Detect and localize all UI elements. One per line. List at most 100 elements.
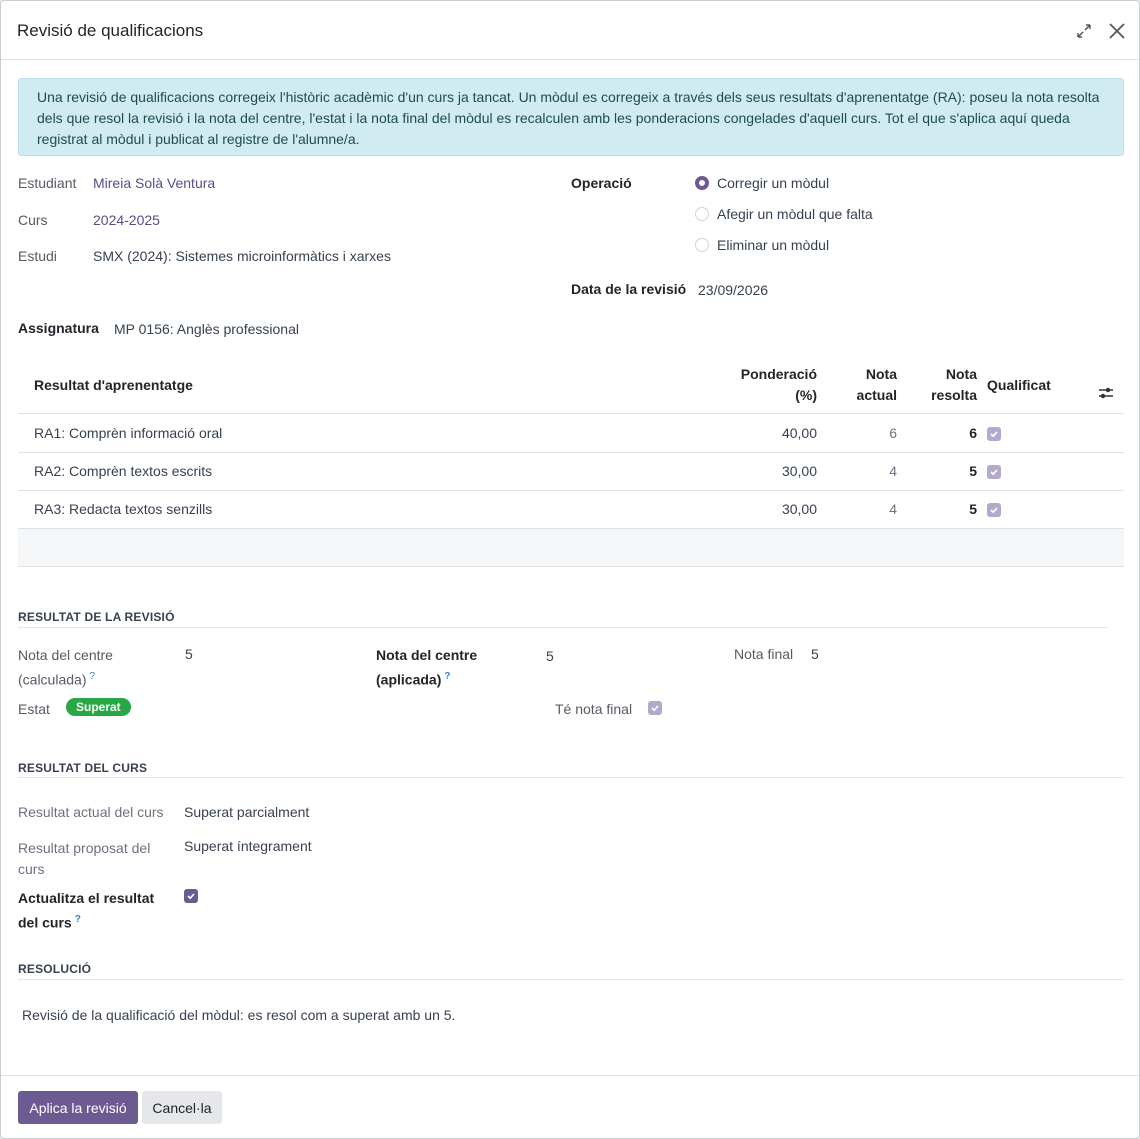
- info-alert: Una revisió de qualificacions corregeix …: [18, 78, 1124, 156]
- has-final-checkbox: [648, 701, 662, 715]
- col-graded[interactable]: Qualificat: [987, 375, 1051, 396]
- proposed-label-line2: curs: [18, 861, 45, 877]
- graded-checkbox[interactable]: [987, 465, 1001, 479]
- center-applied-label-line2: (aplicada): [376, 671, 442, 688]
- update-course-result-label: Actualitza el resultat del curs?: [18, 888, 154, 934]
- help-icon[interactable]: ?: [75, 914, 81, 925]
- close-icon[interactable]: [1107, 21, 1127, 41]
- resolution-title: RESOLUCIÓ: [18, 962, 92, 976]
- footer-divider: [1, 1075, 1139, 1076]
- table-row[interactable]: RA1: Comprèn informació oral 40,00 6 6: [18, 415, 1124, 453]
- cell-resolved[interactable]: 6: [918, 425, 977, 441]
- cell-current: 4: [889, 501, 897, 517]
- graded-checkbox[interactable]: [987, 427, 1001, 441]
- cell-weight: 30,00: [781, 463, 817, 479]
- col-current-line2: actual: [856, 387, 897, 403]
- center-applied-label: Nota del centre (aplicada)?: [376, 645, 477, 691]
- col-weight-line2: (%): [795, 387, 817, 403]
- proposed-course-result-value: Superat íntegrament: [184, 838, 312, 854]
- center-calc-label: Nota del centre (calculada)?: [18, 645, 113, 691]
- cell-outcome: RA2: Comprèn textos escrits: [34, 463, 213, 479]
- dialog-title: Revisió de qualificacions: [17, 21, 204, 40]
- update-label-line2: del curs: [18, 914, 72, 931]
- radio-icon[interactable]: [695, 207, 709, 221]
- check-icon: [651, 705, 659, 712]
- operation-option-label: Corregir un mòdul: [717, 175, 830, 191]
- cell-current: 6: [889, 425, 897, 441]
- table-header: Resultat d'aprenentatge Ponderació (%) N…: [18, 356, 1124, 414]
- check-icon: [990, 469, 998, 476]
- operation-option-label: Afegir un mòdul que falta: [717, 206, 873, 222]
- student-label: Estudiant: [18, 175, 77, 191]
- has-final-label: Té nota final: [555, 701, 633, 717]
- date-label: Data de la revisió: [571, 281, 687, 297]
- col-outcome[interactable]: Resultat d'aprenentatge: [34, 375, 193, 396]
- study-label: Estudi: [18, 248, 57, 264]
- update-label-line1: Actualitza el resultat: [18, 890, 155, 906]
- update-course-result-checkbox[interactable]: [184, 889, 198, 903]
- proposed-course-result-label: Resultat proposat del curs: [18, 838, 150, 880]
- subject-label: Assignatura: [18, 320, 99, 336]
- cell-weight: 40,00: [781, 425, 817, 441]
- cell-outcome: RA3: Redacta textos senzills: [34, 501, 213, 517]
- section-divider: [18, 627, 1108, 628]
- cell-resolved[interactable]: 5: [918, 501, 977, 517]
- col-current-line1: Nota: [865, 366, 897, 382]
- operation-option-add[interactable]: Afegir un mòdul que falta: [695, 204, 873, 224]
- check-icon: [990, 507, 998, 514]
- col-weight-line1: Ponderació: [740, 366, 817, 382]
- current-course-result-label: Resultat actual del curs: [18, 804, 164, 820]
- resolution-text[interactable]: Revisió de la qualificació del mòdul: es…: [22, 1007, 455, 1023]
- operation-label: Operació: [571, 175, 632, 191]
- operation-option-remove[interactable]: Eliminar un mòdul: [695, 235, 829, 255]
- operation-option-correct[interactable]: Corregir un mòdul: [695, 173, 829, 193]
- operation-option-label: Eliminar un mòdul: [717, 237, 830, 253]
- status-badge: Superat: [66, 698, 131, 716]
- center-calc-label-line2: (calculada): [18, 671, 87, 688]
- radio-icon[interactable]: [695, 238, 709, 252]
- radio-icon[interactable]: [695, 176, 709, 190]
- student-link[interactable]: Mireia Solà Ventura: [93, 175, 215, 191]
- course-label: Curs: [18, 212, 48, 228]
- cell-current: 4: [889, 463, 897, 479]
- date-value[interactable]: 23/09/2026: [698, 282, 768, 298]
- col-resolved[interactable]: Nota resolta: [918, 364, 977, 406]
- check-icon: [187, 893, 195, 900]
- section-divider: [18, 979, 1124, 980]
- current-course-result-value: Superat parcialment: [184, 804, 310, 820]
- final-grade-value: 5: [811, 646, 819, 662]
- table-row[interactable]: RA2: Comprèn textos escrits 30,00 4 5: [18, 453, 1124, 491]
- dialog-header: Revisió de qualificacions: [1, 1, 1139, 60]
- status-label: Estat: [18, 701, 50, 717]
- proposed-label-line1: Resultat proposat del: [18, 840, 151, 856]
- course-result-title: RESULTAT DEL CURS: [18, 761, 148, 775]
- help-icon[interactable]: ?: [89, 671, 95, 682]
- col-resolved-line2: resolta: [931, 387, 977, 403]
- subject-value[interactable]: MP 0156: Anglès professional: [114, 321, 299, 337]
- center-applied-value[interactable]: 5: [546, 648, 554, 664]
- apply-review-button[interactable]: Aplica la revisió: [18, 1091, 138, 1124]
- cell-outcome: RA1: Comprèn informació oral: [34, 425, 223, 441]
- final-grade-label: Nota final: [734, 646, 794, 662]
- cancel-button[interactable]: Cancel·la: [142, 1091, 222, 1124]
- col-current[interactable]: Nota actual: [838, 364, 897, 406]
- study-value: SMX (2024): Sistemes microinformàtics i …: [93, 248, 391, 264]
- cell-weight: 30,00: [781, 501, 817, 517]
- center-calc-value: 5: [185, 646, 193, 662]
- column-settings-icon[interactable]: [1098, 386, 1114, 403]
- help-icon[interactable]: ?: [444, 671, 450, 682]
- graded-checkbox[interactable]: [987, 503, 1001, 517]
- center-applied-label-line1: Nota del centre: [376, 647, 478, 663]
- center-calc-label-line1: Nota del centre: [18, 647, 113, 663]
- col-weight[interactable]: Ponderació (%): [718, 364, 817, 406]
- check-icon: [990, 431, 998, 438]
- review-dialog: Revisió de qualificacions Una revisió de…: [0, 0, 1140, 1139]
- expand-icon[interactable]: [1075, 22, 1093, 40]
- table-empty-row: [18, 529, 1124, 567]
- col-resolved-line1: Nota: [945, 366, 977, 382]
- course-link[interactable]: 2024-2025: [93, 212, 160, 228]
- review-result-title: RESULTAT DE LA REVISIÓ: [18, 610, 175, 624]
- table-row[interactable]: RA3: Redacta textos senzills 30,00 4 5: [18, 491, 1124, 529]
- cell-resolved[interactable]: 5: [918, 463, 977, 479]
- section-divider: [18, 777, 1124, 778]
